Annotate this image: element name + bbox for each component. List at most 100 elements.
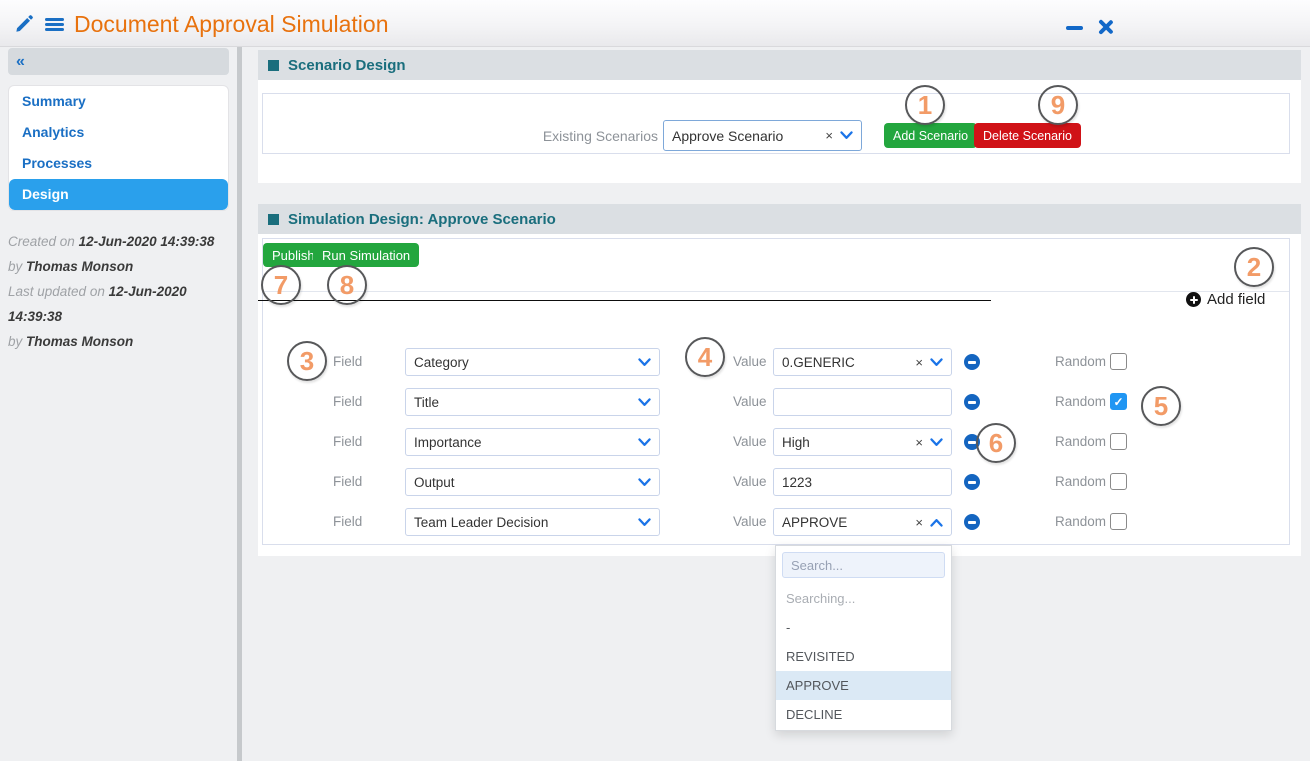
chevron-up-icon <box>930 518 943 527</box>
remove-field-icon[interactable] <box>964 474 980 490</box>
dropdown-item-approve[interactable]: APPROVE <box>776 671 951 700</box>
value-label: Value <box>733 514 767 529</box>
updated-line: Last updated on 12-Jun-2020 14:39:38 <box>8 279 236 329</box>
collapse-chevron-icon: « <box>16 54 25 70</box>
field-label: Field <box>333 514 362 529</box>
field-label: Field <box>333 394 362 409</box>
field-row-importance: Field Importance Value High × Random ✓ <box>258 428 1301 456</box>
updated-by-line: by Thomas Monson <box>8 329 236 354</box>
annotation-4: 4 <box>685 337 725 377</box>
random-checkbox[interactable]: ✓ <box>1110 513 1127 530</box>
decision-dropdown: Searching... - REVISITED APPROVE DECLINE <box>775 545 952 731</box>
run-simulation-button[interactable]: Run Simulation <box>313 243 419 267</box>
field-select-output[interactable]: Output <box>405 468 660 496</box>
clear-selection-icon[interactable]: × <box>825 129 833 142</box>
app-title: Document Approval Simulation <box>74 11 389 38</box>
value-label: Value <box>733 434 767 449</box>
edit-icon[interactable] <box>15 15 33 33</box>
sidebar-item-analytics[interactable]: Analytics <box>9 117 228 148</box>
chevron-down-icon <box>840 131 853 140</box>
dropdown-item-dash[interactable]: - <box>776 613 951 642</box>
random-checkbox[interactable]: ✓ <box>1110 473 1127 490</box>
field-row-output: Field Output Value Random ✓ <box>258 468 1301 496</box>
sidebar-item-summary[interactable]: Summary <box>9 86 228 117</box>
dropdown-item-searching: Searching... <box>776 584 951 613</box>
created-by-line: by Thomas Monson <box>8 254 236 279</box>
chevron-down-icon <box>638 358 651 367</box>
field-select-team-leader-decision[interactable]: Team Leader Decision <box>405 508 660 536</box>
plus-icon <box>1186 292 1201 307</box>
add-field-label: Add field <box>1207 291 1265 308</box>
remove-field-icon[interactable] <box>964 394 980 410</box>
clear-selection-icon[interactable]: × <box>915 516 923 529</box>
simulation-design-title: Simulation Design: Approve Scenario <box>288 211 556 228</box>
field-row-category: Field Category Value 0.GENERIC × Random … <box>258 348 1301 376</box>
annotation-6: 6 <box>976 423 1016 463</box>
random-label: Random <box>1055 354 1106 369</box>
minimize-icon[interactable] <box>1066 26 1083 30</box>
annotation-8: 8 <box>327 265 367 305</box>
random-label: Random <box>1055 474 1106 489</box>
panel-square-icon <box>268 214 279 225</box>
value-label: Value <box>733 394 767 409</box>
chevron-down-icon <box>638 438 651 447</box>
form-top-border <box>263 291 1289 292</box>
remove-field-icon[interactable] <box>964 354 980 370</box>
delete-scenario-button[interactable]: Delete Scenario <box>974 123 1081 148</box>
clear-selection-icon[interactable]: × <box>915 356 923 369</box>
scenario-design-title: Scenario Design <box>288 57 406 74</box>
field-select-category[interactable]: Category <box>405 348 660 376</box>
panel-square-icon <box>268 60 279 71</box>
field-label: Field <box>333 474 362 489</box>
random-label: Random <box>1055 514 1106 529</box>
annotation-7: 7 <box>261 265 301 305</box>
chevron-down-icon <box>638 518 651 527</box>
title-bar: Document Approval Simulation <box>0 0 1310 47</box>
field-label: Field <box>333 354 362 369</box>
annotation-5: 5 <box>1141 386 1181 426</box>
form-separator-line <box>258 300 991 301</box>
existing-scenarios-label: Existing Scenarios <box>500 128 658 144</box>
simulation-design-header: Simulation Design: Approve Scenario <box>258 204 1301 234</box>
sidebar-collapse-button[interactable]: « <box>8 48 229 75</box>
sidebar-item-processes[interactable]: Processes <box>9 148 228 179</box>
random-checkbox-checked[interactable]: ✓ <box>1110 393 1127 410</box>
random-checkbox[interactable]: ✓ <box>1110 353 1127 370</box>
add-field-button[interactable]: Add field <box>1186 291 1265 308</box>
chevron-down-icon <box>930 358 943 367</box>
annotation-2: 2 <box>1234 247 1274 287</box>
value-select-category[interactable]: 0.GENERIC × <box>773 348 952 376</box>
field-row-team-leader-decision: Field Team Leader Decision Value APPROVE… <box>258 508 1301 536</box>
chevron-down-icon <box>638 398 651 407</box>
sidebar-item-design[interactable]: Design <box>9 179 228 210</box>
annotation-3: 3 <box>287 341 327 381</box>
field-select-title[interactable]: Title <box>405 388 660 416</box>
random-label: Random <box>1055 394 1106 409</box>
value-select-decision-open[interactable]: APPROVE × <box>773 508 952 536</box>
chevron-down-icon <box>930 438 943 447</box>
document-meta: Created on 12-Jun-2020 14:39:38 by Thoma… <box>8 229 236 354</box>
random-checkbox[interactable]: ✓ <box>1110 433 1127 450</box>
add-scenario-button[interactable]: Add Scenario <box>884 123 977 148</box>
random-label: Random <box>1055 434 1106 449</box>
existing-scenarios-select[interactable]: Approve Scenario × <box>663 120 862 151</box>
value-label: Value <box>733 474 767 489</box>
value-label: Value <box>733 354 767 369</box>
field-select-importance[interactable]: Importance <box>405 428 660 456</box>
dropdown-item-decline[interactable]: DECLINE <box>776 700 951 729</box>
sidebar-nav: Summary Analytics Processes Design <box>8 85 229 211</box>
annotation-1: 1 <box>905 85 945 125</box>
annotation-9: 9 <box>1038 85 1078 125</box>
close-icon[interactable] <box>1097 19 1113 35</box>
scenario-design-header: Scenario Design <box>258 50 1301 80</box>
selected-scenario-value: Approve Scenario <box>672 128 825 144</box>
value-input-title[interactable] <box>773 388 952 416</box>
remove-field-icon[interactable] <box>964 514 980 530</box>
clear-selection-icon[interactable]: × <box>915 436 923 449</box>
dropdown-search-input[interactable] <box>782 552 945 578</box>
value-input-output[interactable] <box>773 468 952 496</box>
dropdown-item-revisited[interactable]: REVISITED <box>776 642 951 671</box>
menu-icon[interactable] <box>45 18 64 31</box>
created-line: Created on 12-Jun-2020 14:39:38 <box>8 229 236 254</box>
value-select-importance[interactable]: High × <box>773 428 952 456</box>
